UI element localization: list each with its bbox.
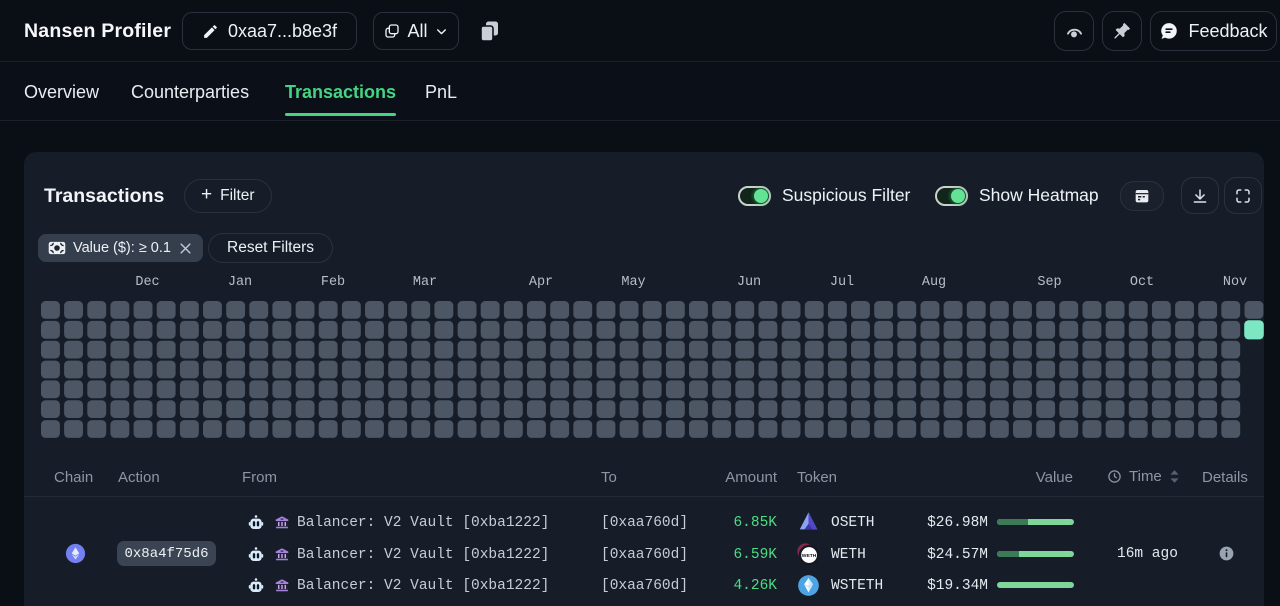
svg-text:WETH: WETH: [802, 553, 817, 559]
